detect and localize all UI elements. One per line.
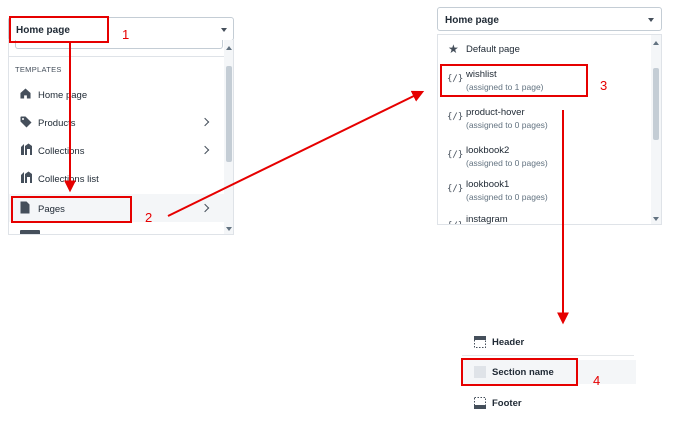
arrow-2-to-3: [167, 90, 425, 217]
annotation-arrows: [64, 43, 569, 325]
